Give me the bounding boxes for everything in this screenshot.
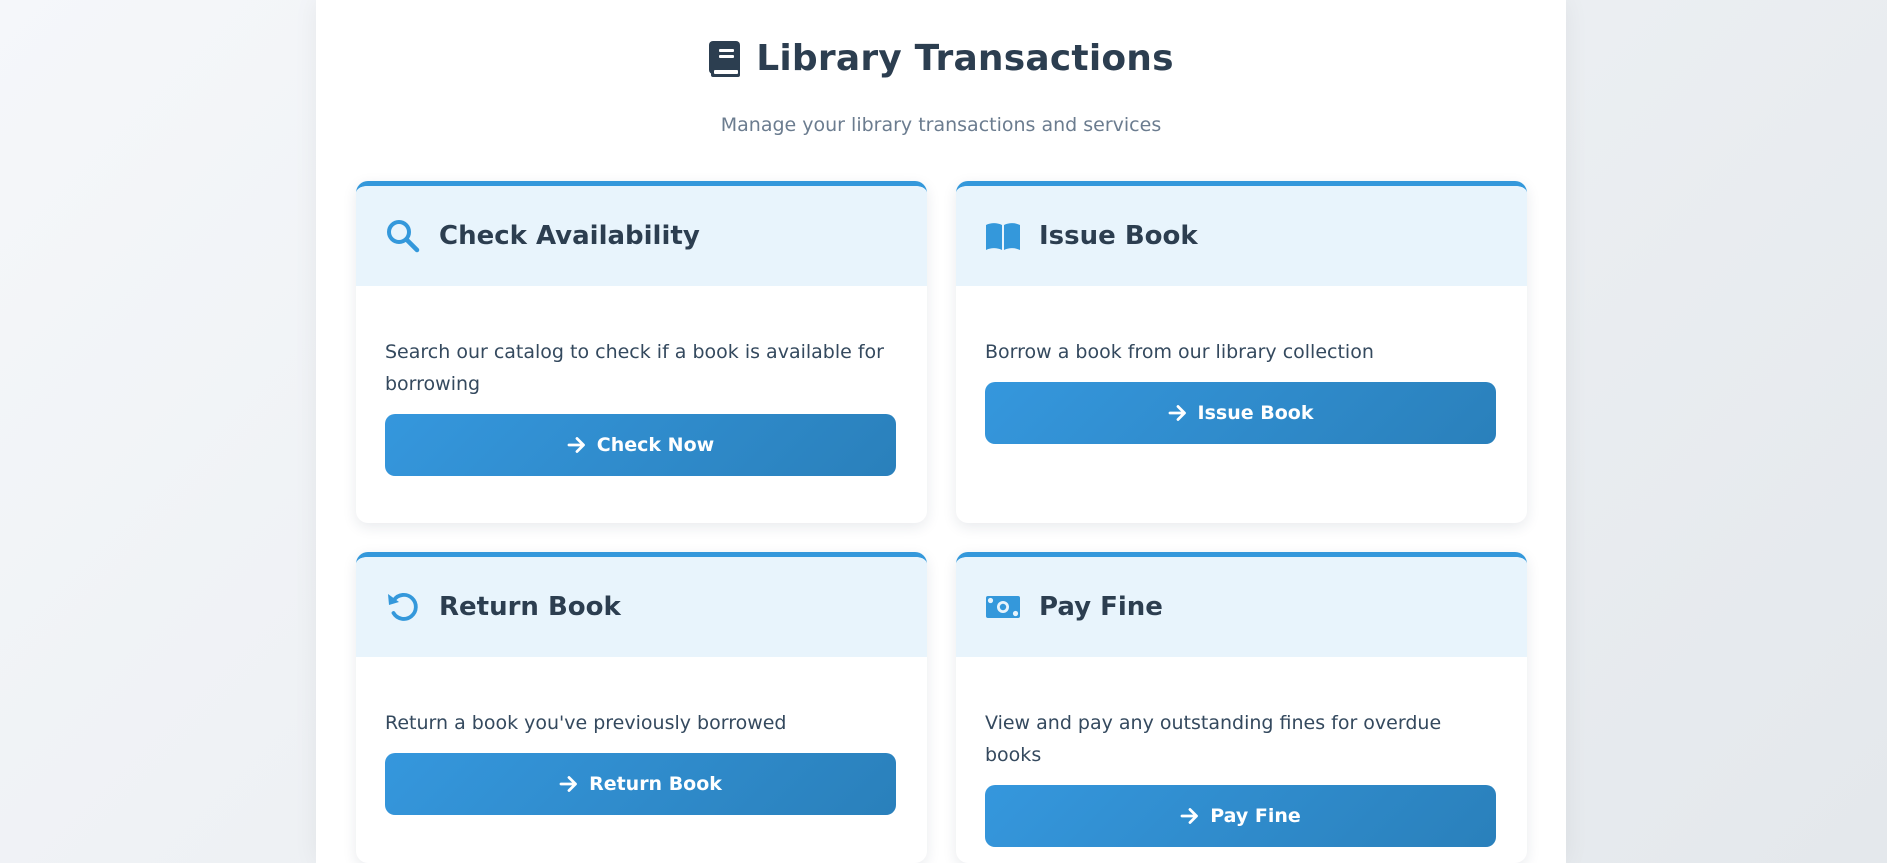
card-pay-fine: Pay Fine View and pay any outstanding fi… <box>956 552 1527 863</box>
card-issue-book: Issue Book Borrow a book from our librar… <box>956 181 1527 523</box>
button-label: Return Book <box>589 773 722 795</box>
card-check-availability: Check Availability Search our catalog to… <box>356 181 927 523</box>
main-container: Library Transactions Manage your library… <box>316 0 1566 863</box>
pay-fine-button[interactable]: Pay Fine <box>985 785 1496 847</box>
card-title: Pay Fine <box>1039 592 1163 622</box>
arrow-right-icon <box>1180 808 1199 824</box>
card-body: Search our catalog to check if a book is… <box>356 286 927 506</box>
card-return-book: Return Book Return a book you've previou… <box>356 552 927 863</box>
card-description: Search our catalog to check if a book is… <box>385 341 884 395</box>
page-title: Library Transactions <box>756 38 1174 79</box>
card-title: Issue Book <box>1039 221 1198 251</box>
card-body: Borrow a book from our library collectio… <box>956 286 1527 474</box>
button-label: Issue Book <box>1197 402 1314 424</box>
check-now-button[interactable]: Check Now <box>385 414 896 476</box>
button-label: Pay Fine <box>1210 805 1301 827</box>
arrow-right-icon <box>1168 405 1186 421</box>
card-body: View and pay any outstanding fines for o… <box>956 657 1527 863</box>
card-description: Borrow a book from our library collectio… <box>985 341 1374 363</box>
arrow-right-icon <box>567 437 585 453</box>
book-icon <box>709 40 741 77</box>
card-description: Return a book you've previously borrowed <box>385 712 787 734</box>
undo-icon <box>388 592 418 621</box>
card-header: Return Book <box>356 557 927 657</box>
arrow-right-icon <box>559 776 577 792</box>
card-header: Check Availability <box>356 186 927 286</box>
page-subtitle: Manage your library transactions and ser… <box>720 114 1162 136</box>
issue-book-button[interactable]: Issue Book <box>985 382 1496 444</box>
open-book-icon <box>986 223 1020 250</box>
search-icon <box>387 220 420 253</box>
button-label: Check Now <box>596 434 715 456</box>
card-description: View and pay any outstanding fines for o… <box>985 712 1442 766</box>
card-body: Return a book you've previously borrowed… <box>356 657 927 845</box>
page-header: Library Transactions <box>316 38 1566 79</box>
money-bill-icon <box>986 596 1020 618</box>
card-title: Check Availability <box>439 221 700 251</box>
card-title: Return Book <box>439 592 621 622</box>
card-header: Issue Book <box>956 186 1527 286</box>
card-header: Pay Fine <box>956 557 1527 657</box>
return-book-button[interactable]: Return Book <box>385 753 896 815</box>
